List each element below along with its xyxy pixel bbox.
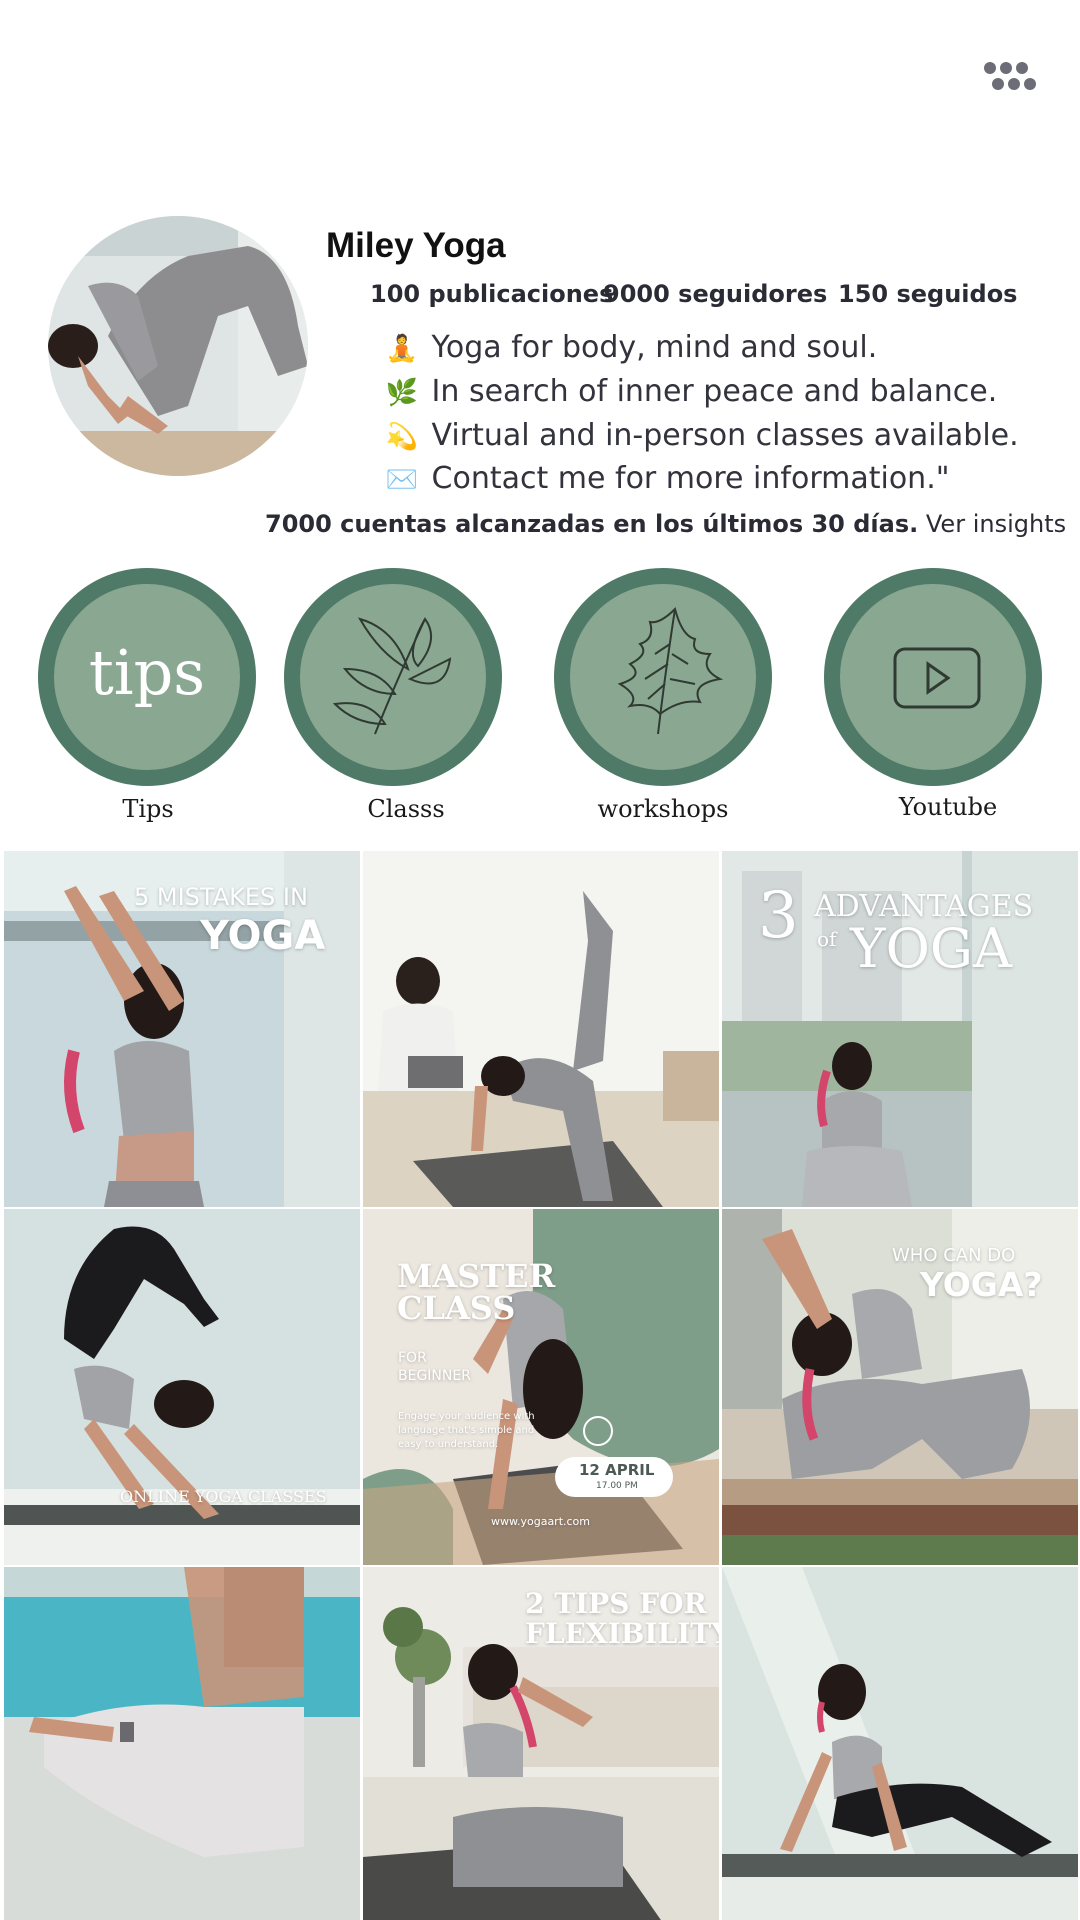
bio-text: Contact me for more information." [431,461,950,496]
post-online-yoga-classes[interactable]: ONLINE YOGA CLASSES [4,1209,360,1565]
bio-line: ✉️ Contact me for more information." [382,461,950,496]
post-photo [4,1567,360,1920]
reach-summary: 7000 cuentas alcanzadas en los últimos 3… [265,510,1066,538]
highlight-label: Classs [367,795,445,823]
post-title-line: YOGA [850,917,1013,980]
herb-icon: 🌿 [385,378,419,408]
highlight-label: Youtube [898,793,998,821]
meditation-icon: 🧘 [385,334,419,364]
post-url: www.yogaart.com [491,1515,591,1528]
post-body-text: language that's simple and [398,1425,535,1436]
highlight-classs[interactable] [284,568,502,786]
post-subtitle: FOR [398,1350,427,1366]
post-title-line: YOGA? [920,1265,1043,1304]
post-photo [722,1567,1078,1920]
post-title-line: 5 MISTAKES IN [134,883,308,911]
post-photo [363,851,719,1207]
post-couple-yoga[interactable] [363,851,719,1207]
highlight-youtube[interactable] [824,568,1042,786]
post-3-advantages-yoga[interactable]: 3 ADVANTAGES of YOGA [722,851,1078,1207]
post-reclined-pose[interactable] [722,1567,1078,1920]
more-options-icon[interactable] [980,60,1050,94]
post-time: 17.00 PM [596,1481,638,1491]
highlight-cover-text: tips [89,636,205,709]
post-title-number: 3 [758,879,799,953]
following-count[interactable]: 150 seguidos [838,280,1017,308]
youtube-play-icon [893,647,981,709]
profile-username: Miley Yoga [326,226,506,265]
leaf-branch-icon [332,617,452,735]
post-title-line: CLASS [397,1289,516,1327]
post-date: 12 APRIL [579,1461,655,1479]
post-title-line: 2 TIPS FOR [525,1587,707,1620]
post-title-line: of [817,927,837,951]
post-body-text: Engage your audience with [398,1411,535,1422]
bio-line: 🧘 Yoga for body, mind and soul. [382,330,877,365]
tips-text-icon: tips [89,636,205,709]
highlight-tips[interactable]: tips [38,568,256,786]
post-master-class[interactable]: MASTER CLASS FOR BEGINNER Engage your au… [363,1209,719,1565]
bio-text: Virtual and in-person classes available. [431,418,1019,453]
posts-count[interactable]: 100 publicaciones [370,280,613,308]
followers-count[interactable]: 9000 seguidores [603,280,827,308]
post-title-line: WHO CAN DO [892,1245,1016,1266]
post-title-line: FLEXIBILITY [525,1617,719,1650]
post-seated-pose[interactable] [4,1567,360,1920]
post-who-can-do-yoga[interactable]: WHO CAN DO YOGA? [722,1209,1078,1565]
post-subtitle: BEGINNER [398,1368,471,1384]
dizzy-star-icon: 💫 [385,422,419,452]
post-caption: ONLINE YOGA CLASSES [120,1487,327,1506]
insights-link[interactable]: Ver insights [926,510,1066,538]
profile-avatar[interactable] [48,216,308,476]
bio-line: 💫 Virtual and in-person classes availabl… [382,418,1019,453]
reach-text: 7000 cuentas alcanzadas en los últimos 3… [265,510,919,538]
leaf-icon [617,607,724,735]
envelope-icon: ✉️ [385,465,419,495]
bio-text: Yoga for body, mind and soul. [431,330,878,365]
highlight-workshops[interactable] [554,568,772,786]
post-body-text: easy to understand. [398,1439,499,1450]
post-5-mistakes-yoga[interactable]: 5 MISTAKES IN YOGA [4,851,360,1207]
highlight-label: workshops [597,795,729,823]
highlight-label: Tips [122,795,174,823]
avatar-photo [48,216,308,476]
bio-line: 🌿 In search of inner peace and balance. [382,374,997,409]
post-photo [4,1209,360,1565]
post-2-tips-flexibility[interactable]: 2 TIPS FOR FLEXIBILITY [363,1567,719,1920]
post-title-line: YOGA [200,913,326,959]
bio-text: In search of inner peace and balance. [431,374,998,409]
